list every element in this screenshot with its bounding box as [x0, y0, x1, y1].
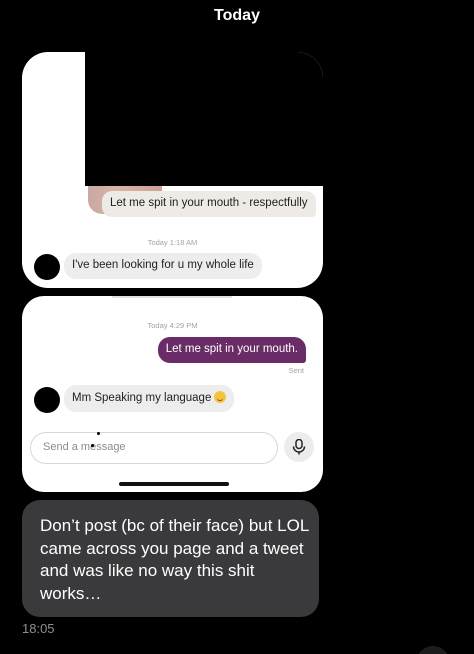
message-bubble[interactable]: Don’t post (bc of their face) but LOL ca…	[22, 500, 319, 617]
message-input[interactable]	[41, 440, 265, 454]
day-header: Today	[214, 7, 260, 24]
incoming-message: Mm Speaking my language	[64, 385, 235, 412]
message-timestamp: Today 1:18 AM	[147, 238, 198, 247]
chat-screen: Today Let me spit in your mouth - respec…	[0, 0, 474, 654]
incoming-message-text: Mm Speaking my language	[72, 392, 212, 404]
avatar	[34, 254, 60, 280]
pixel-dot	[91, 444, 94, 447]
redaction-block	[85, 52, 323, 186]
smiling-face-emoji-icon	[214, 391, 227, 403]
compose-field[interactable]	[30, 432, 278, 464]
sent-status: Sent	[288, 366, 304, 375]
divider	[112, 296, 232, 298]
incoming-message: I've been looking for u my whole life	[64, 253, 262, 279]
screenshot-image-2[interactable]: Today 4:29 PM Let me spit in your mouth.…	[22, 296, 323, 492]
outgoing-message: Let me spit in your mouth.	[157, 337, 306, 363]
screenshot-image-1[interactable]: Let me spit in your mouth - respectfully…	[22, 52, 323, 288]
microphone-icon	[292, 439, 306, 455]
pixel-dot	[97, 432, 100, 435]
home-indicator	[119, 482, 229, 486]
message-timestamp: Today 4:29 PM	[147, 321, 198, 330]
microphone-button[interactable]	[284, 432, 314, 462]
message-text: Don’t post (bc of their face) but LOL ca…	[40, 516, 309, 603]
scroll-button[interactable]	[416, 646, 450, 654]
outgoing-message: Let me spit in your mouth - respectfully	[102, 191, 316, 217]
avatar	[34, 387, 60, 413]
message-time: 18:05	[22, 621, 55, 636]
